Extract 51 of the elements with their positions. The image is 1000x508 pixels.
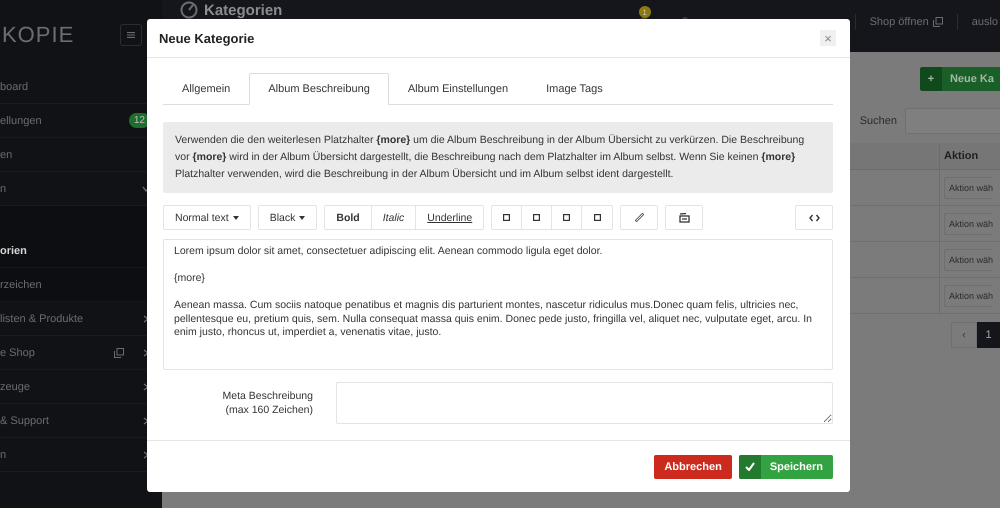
check-icon (744, 462, 755, 472)
chevron-icon (142, 450, 150, 458)
external-link-icon (932, 17, 943, 27)
info-text: Verwenden die den weiterlesen Platzhalter {more} um die Album Beschreibung in der Album Übersicht zu verkürzen. Die Beschreibung vor {more} wird in der Album Übersicht dargestellt, die Beschreibung nach dem Platzhalter im Album selbst. Wenn Sie keinen {more} Platzhalter verwenden, wird die Beschreibung in der Album Übersicht und im Album selbst ident dargestellt. (163, 122, 833, 194)
link-icon (634, 213, 644, 222)
shop-link[interactable]: Shop öffnen (870, 16, 943, 28)
action-dropdown[interactable]: Aktion wäh (944, 176, 994, 198)
page-button[interactable]: 1 (977, 322, 1000, 348)
field-hint: (max 160 Zeichen) (225, 403, 313, 418)
chevron-icon (142, 314, 150, 322)
menu-button[interactable] (120, 24, 142, 46)
toolbar-button[interactable] (492, 206, 522, 230)
tab[interactable]: Album Einstellungen (388, 73, 528, 106)
text-editor[interactable]: Lorem ipsum dolor sit amet, consectetuer adipiscing elit. Aenean commodo ligula eget dolor. {more} Aenean massa. Cum sociis natoque penatibus et magnis dis parturient montes, nascetur ridiculus mus.Donec quam felis, ultricies nec, pellentesque eu, pretium quis, sem. Nulla consequat massa quis enim. Donec pede justo, fringilla vel, aliquet nec, vulputate eget, arcu. In enim justo, rhoncus ut, imperdiet a, venenatis vitae, justo. (163, 239, 833, 370)
cancel-button[interactable]: Abbrechen (654, 454, 732, 479)
tab[interactable]: Allgemein (163, 73, 250, 106)
dropdown-button[interactable]: Normal text (164, 206, 250, 230)
gauge-icon (180, 1, 198, 19)
chevron-icon (142, 416, 150, 424)
chevron-icon (142, 382, 150, 390)
square-icon (533, 214, 540, 222)
save-button[interactable]: Speichern (738, 454, 833, 479)
dialog-title: Neue Kategorie (159, 30, 254, 46)
column-header: Aktion (939, 143, 1000, 169)
square-icon (594, 214, 601, 222)
menu-icon (127, 31, 135, 39)
bold-button[interactable]: Bold (325, 206, 372, 230)
field-label: Meta Beschreibung (222, 389, 313, 404)
chevron-icon (142, 348, 150, 356)
caret-icon (232, 216, 239, 220)
search-label: Suchen (860, 115, 897, 127)
square-icon (563, 214, 570, 222)
page-button[interactable]: ‹ (951, 322, 977, 348)
square-icon (503, 214, 510, 222)
caret-icon (299, 216, 306, 220)
external-link-icon (114, 348, 124, 358)
picture-icon (678, 212, 690, 223)
action-dropdown[interactable]: Aktion wäh (944, 212, 994, 234)
tab[interactable]: Album Beschreibung (249, 73, 389, 106)
meta-description-field[interactable] (336, 382, 833, 424)
action-dropdown[interactable]: Aktion wäh (944, 248, 994, 270)
page-title: Kategorien (204, 2, 282, 18)
action-dropdown[interactable]: Aktion wäh (944, 284, 994, 306)
close-button[interactable]: × (820, 30, 836, 46)
tab[interactable]: Image Tags (527, 73, 622, 106)
dropdown-button[interactable]: Black (258, 206, 316, 230)
logout-link[interactable]: auslo (972, 16, 998, 28)
notification-badge: 1 (638, 6, 651, 18)
new-category-button[interactable]: + Neue Ka (920, 67, 1000, 91)
logo-text: KOPIE (2, 22, 74, 48)
code-icon (808, 214, 820, 222)
